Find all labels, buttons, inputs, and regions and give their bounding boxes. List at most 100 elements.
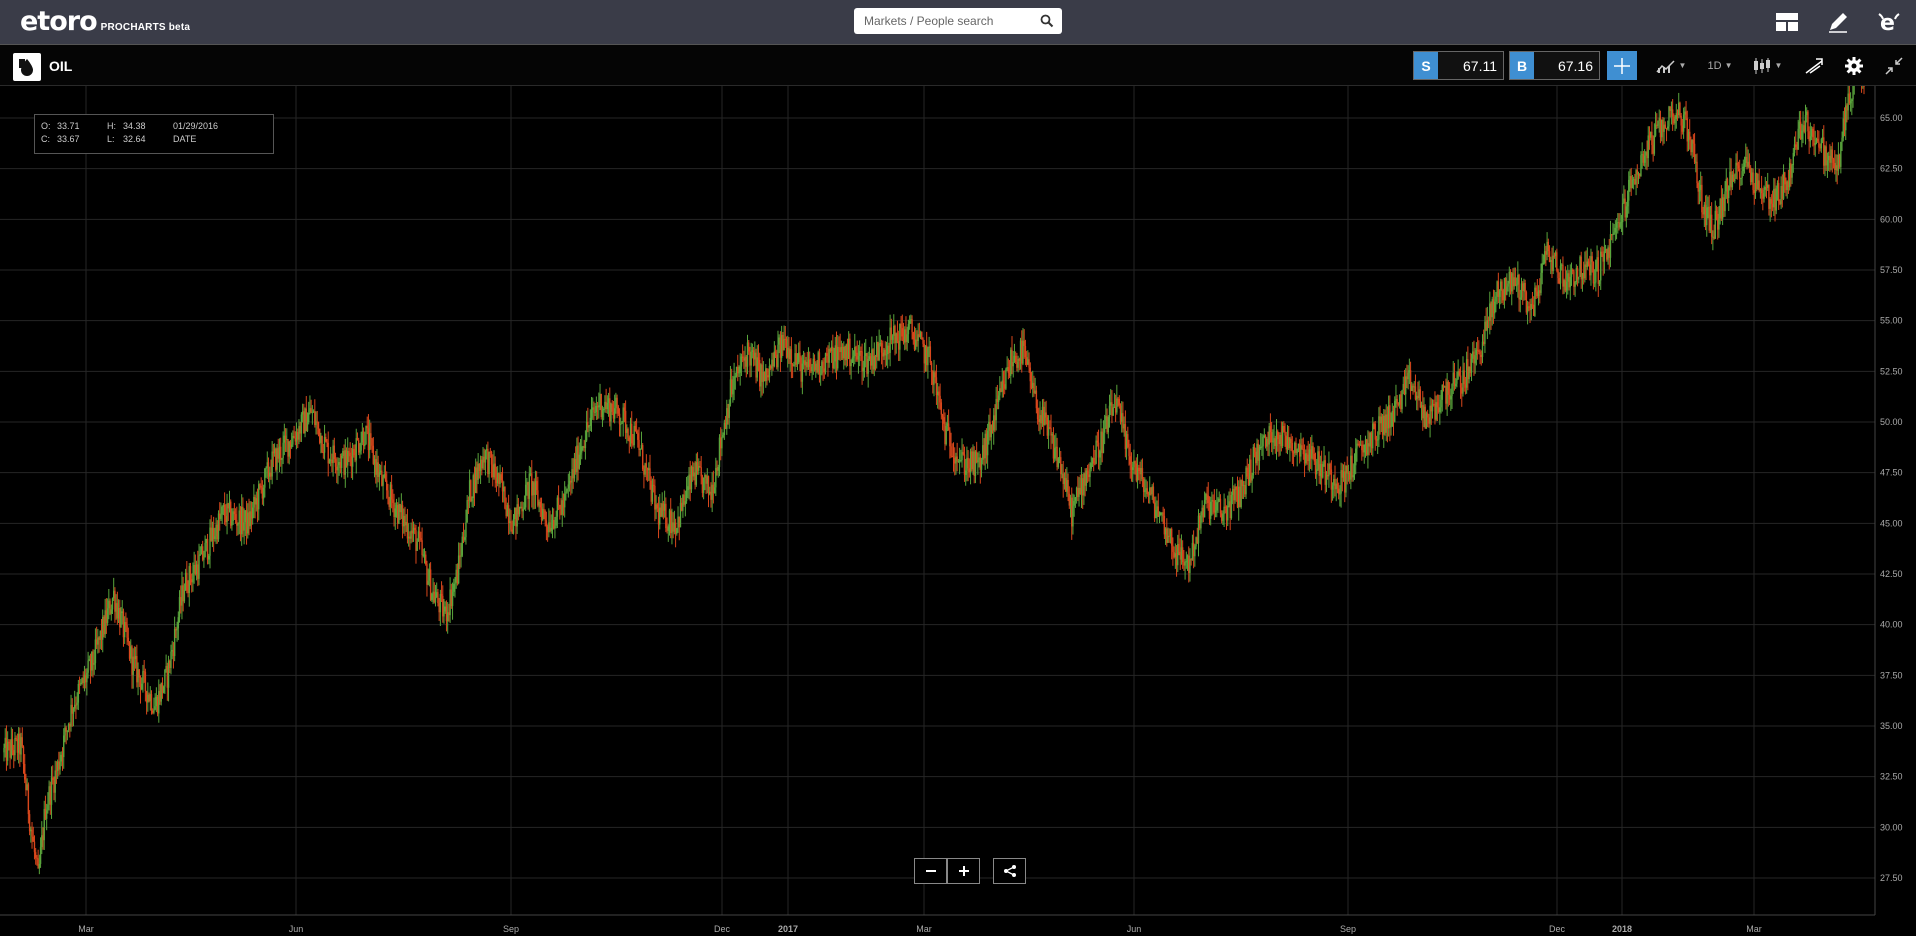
candle-body	[860, 351, 862, 353]
zoom-out-button[interactable]	[914, 858, 947, 884]
candle-body	[1787, 181, 1790, 188]
candle-body	[292, 435, 294, 445]
candle-body	[1347, 472, 1350, 474]
candle-body	[1626, 200, 1629, 207]
y-tick-label: 62.50	[1880, 164, 1903, 174]
layout-icon[interactable]	[1773, 8, 1801, 36]
interval-select[interactable]: 1D ▼	[1703, 51, 1737, 80]
y-tick-label: 57.50	[1880, 265, 1903, 275]
candle-body	[271, 451, 273, 477]
candle-body	[1621, 203, 1624, 223]
price-chart[interactable]: 27.50 30.00 32.50 35.00 37.50 40.00 42.50 45.00…	[0, 86, 1916, 936]
candle-body	[244, 510, 247, 523]
candle-body	[579, 452, 582, 455]
settings-button[interactable]	[1839, 51, 1869, 80]
sell-button[interactable]: S 67.11	[1413, 51, 1504, 80]
buy-button[interactable]: B 67.16	[1509, 51, 1600, 80]
candle-body	[1497, 281, 1500, 297]
candle-body	[728, 403, 730, 418]
draw-tools-button[interactable]	[1799, 51, 1829, 80]
candle-body	[890, 327, 893, 340]
candle-body	[1162, 512, 1164, 516]
candle-body	[220, 514, 222, 519]
candle-body	[334, 458, 337, 467]
candle-body	[1216, 502, 1218, 511]
candle-body	[1163, 515, 1166, 535]
candle-body	[70, 704, 72, 727]
candle-body	[470, 480, 472, 502]
candlestick-chart[interactable]: 27.5030.0032.5035.0037.5040.0042.5045.00…	[0, 86, 1916, 936]
candle-body	[1571, 269, 1574, 272]
candle-body	[1088, 474, 1090, 478]
candle-body	[65, 727, 67, 732]
candle-body	[561, 500, 563, 515]
candle-body	[226, 503, 228, 523]
candle-body	[1256, 443, 1258, 464]
candle-body	[940, 402, 943, 415]
candle-body	[1717, 213, 1719, 230]
etoro-e-icon[interactable]: e	[1875, 8, 1903, 36]
candle-body	[1801, 130, 1803, 140]
candle-body	[16, 738, 19, 753]
candle-body	[790, 349, 793, 365]
candle-body	[1842, 118, 1844, 138]
pencil-icon[interactable]	[1824, 8, 1852, 36]
chevron-down-icon: ▼	[1774, 61, 1783, 70]
chart-type-button[interactable]: ▼	[1746, 51, 1788, 80]
indicators-button[interactable]: ▼	[1650, 51, 1692, 80]
candle-body	[28, 814, 31, 832]
collapse-button[interactable]	[1879, 51, 1909, 80]
candle-body	[1747, 161, 1749, 167]
candle-body	[50, 777, 53, 805]
crosshair-button[interactable]	[1607, 51, 1637, 80]
candle-body	[1472, 351, 1474, 359]
candle-body	[1058, 457, 1061, 459]
zoom-in-button[interactable]	[947, 858, 980, 884]
candle-body	[1781, 185, 1784, 199]
chevron-down-icon: ▼	[1678, 61, 1687, 70]
candle-body	[1586, 261, 1589, 267]
candle-body	[1786, 181, 1788, 191]
candle-body	[741, 356, 744, 359]
candle-body	[1809, 136, 1812, 142]
candle-body	[1540, 272, 1542, 293]
candle-body	[137, 669, 139, 683]
candle-body	[1598, 280, 1601, 284]
candle-body	[1032, 382, 1034, 389]
candle-body	[1149, 487, 1151, 496]
search-box[interactable]	[854, 8, 1062, 34]
candle-body	[767, 375, 769, 378]
candle-body	[434, 597, 437, 603]
candle-body	[1286, 437, 1289, 450]
candle-body	[1554, 252, 1557, 256]
candle-body	[328, 459, 331, 464]
candle-body	[1758, 180, 1760, 191]
share-button[interactable]	[993, 858, 1026, 884]
buy-label: B	[1510, 52, 1534, 79]
etoro-logo[interactable]: etoro PROCHARTS beta	[20, 6, 190, 37]
candle-body	[423, 554, 426, 556]
candle-body	[1258, 447, 1261, 461]
candle-body	[1307, 454, 1309, 462]
candle-body	[225, 516, 227, 523]
candle-body	[1113, 406, 1116, 408]
search-icon[interactable]	[1040, 14, 1054, 28]
candle-body	[86, 672, 88, 683]
candle-body	[667, 526, 669, 531]
candle-body	[110, 609, 112, 614]
candle-body	[762, 372, 765, 382]
candle-body	[838, 346, 840, 348]
candle-body	[1425, 413, 1428, 429]
candle-body	[1250, 459, 1252, 481]
candle-body	[1016, 362, 1018, 368]
candle-body	[399, 503, 401, 513]
candle-body	[414, 527, 416, 531]
candle-body	[1067, 479, 1069, 494]
candle-body	[1659, 117, 1662, 138]
candle-body	[1836, 165, 1838, 171]
candle-body	[1268, 426, 1270, 445]
search-input[interactable]	[854, 14, 1034, 28]
candle-body	[1083, 473, 1085, 496]
candle-body	[776, 354, 778, 368]
candle-body	[1245, 467, 1247, 495]
